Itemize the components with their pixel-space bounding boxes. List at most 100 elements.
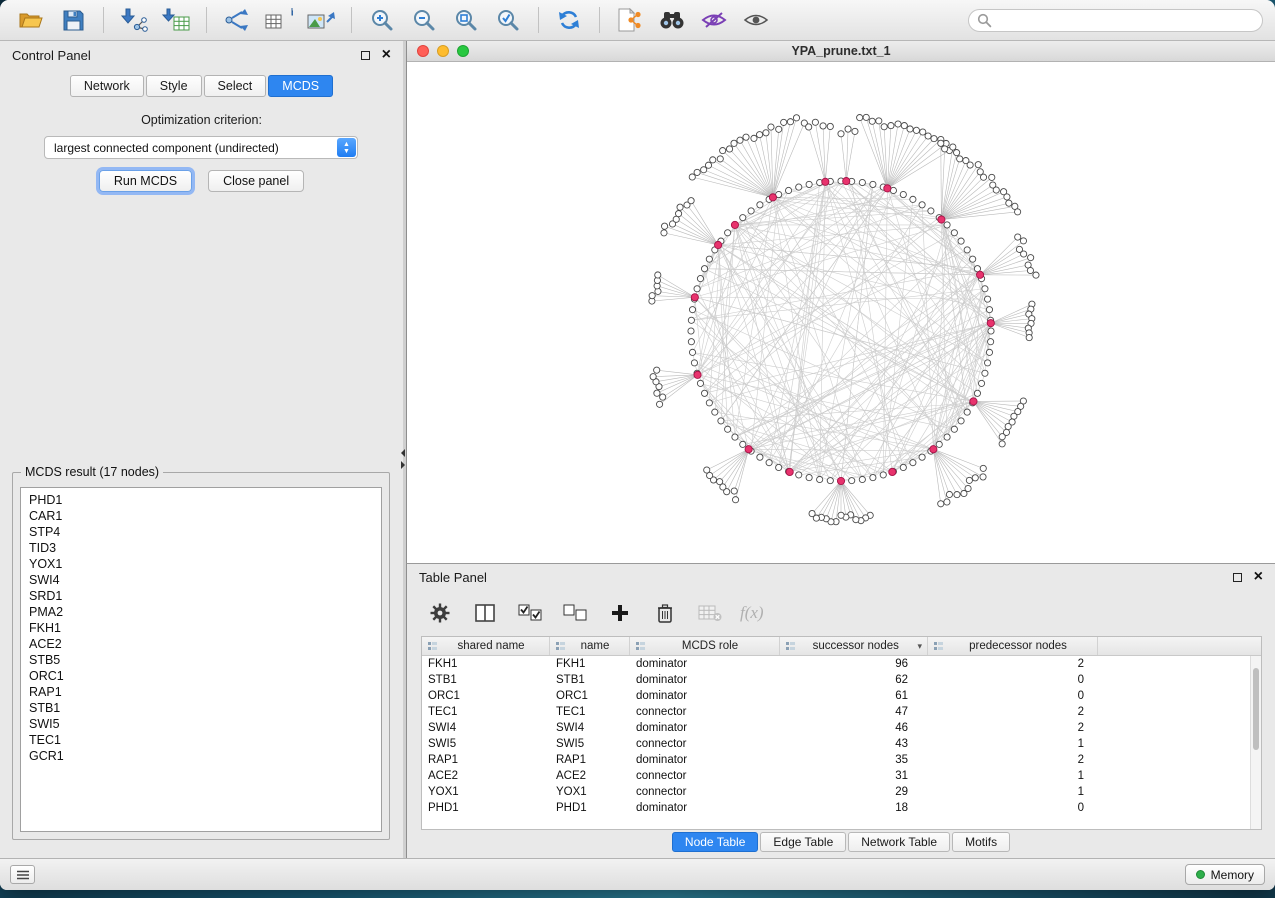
table-cell[interactable]: STB1 [422, 674, 550, 686]
search-input[interactable] [968, 9, 1263, 32]
table-row[interactable]: SWI5SWI5connector431 [422, 736, 1250, 752]
scrollbar-thumb[interactable] [1253, 668, 1259, 750]
table-cell[interactable]: 47 [780, 706, 928, 718]
open-session-button[interactable] [12, 4, 50, 36]
mcds-result-item[interactable]: SWI4 [21, 572, 381, 588]
table-cell[interactable]: dominator [630, 722, 780, 734]
mcds-result-item[interactable]: ORC1 [21, 668, 381, 684]
table-cell[interactable]: 0 [928, 802, 1098, 814]
export-table-button[interactable] [260, 4, 298, 36]
mcds-result-item[interactable]: RAP1 [21, 684, 381, 700]
tab-node-table[interactable]: Node Table [672, 832, 759, 852]
float-table-panel-icon[interactable] [1233, 573, 1242, 582]
table-cell[interactable]: RAP1 [550, 754, 630, 766]
column-header-shared-name[interactable]: shared name [422, 637, 550, 655]
table-cell[interactable]: 1 [928, 786, 1098, 798]
table-cell[interactable]: ORC1 [550, 690, 630, 702]
table-cell[interactable]: SWI4 [422, 722, 550, 734]
table-cell[interactable]: TEC1 [550, 706, 630, 718]
table-cell[interactable]: 29 [780, 786, 928, 798]
zoom-fit-button[interactable] [447, 4, 485, 36]
table-settings-button[interactable] [425, 598, 455, 628]
table-cell[interactable]: TEC1 [422, 706, 550, 718]
table-cell[interactable]: 35 [780, 754, 928, 766]
table-cell[interactable]: ACE2 [422, 770, 550, 782]
table-cell[interactable]: PHD1 [550, 802, 630, 814]
save-session-button[interactable] [54, 4, 92, 36]
table-cell[interactable]: 2 [928, 658, 1098, 670]
deselect-all-button[interactable] [560, 598, 590, 628]
create-column-button[interactable] [605, 598, 635, 628]
close-panel-icon[interactable]: × [382, 47, 391, 63]
table-row[interactable]: YOX1YOX1connector291 [422, 784, 1250, 800]
tab-style[interactable]: Style [146, 75, 202, 97]
table-cell[interactable]: ACE2 [550, 770, 630, 782]
find-button[interactable] [653, 4, 691, 36]
zoom-in-button[interactable] [363, 4, 401, 36]
share-document-button[interactable] [611, 4, 649, 36]
table-cell[interactable]: 0 [928, 674, 1098, 686]
table-cell[interactable]: SWI5 [422, 738, 550, 750]
close-panel-button[interactable]: Close panel [208, 170, 304, 192]
memory-button[interactable]: Memory [1185, 864, 1265, 885]
column-header-name[interactable]: name [550, 637, 630, 655]
table-cell[interactable]: 62 [780, 674, 928, 686]
float-panel-icon[interactable] [361, 51, 370, 60]
mcds-result-item[interactable]: PMA2 [21, 604, 381, 620]
table-cell[interactable]: connector [630, 770, 780, 782]
mcds-result-item[interactable]: YOX1 [21, 556, 381, 572]
table-cell[interactable]: FKH1 [550, 658, 630, 670]
table-row[interactable]: STB1STB1dominator620 [422, 672, 1250, 688]
table-cell[interactable]: 31 [780, 770, 928, 782]
mcds-result-item[interactable]: TID3 [21, 540, 381, 556]
column-header-mcds-role[interactable]: MCDS role [630, 637, 780, 655]
table-cell[interactable]: 1 [928, 738, 1098, 750]
mcds-result-item[interactable]: SWI5 [21, 716, 381, 732]
show-panels-button[interactable] [10, 865, 35, 884]
table-cell[interactable]: 1 [928, 770, 1098, 782]
table-cell[interactable]: connector [630, 706, 780, 718]
table-row[interactable]: PHD1PHD1dominator180 [422, 800, 1250, 816]
splitter-expand-icon[interactable] [401, 461, 405, 469]
table-cell[interactable]: dominator [630, 674, 780, 686]
mcds-result-item[interactable]: STB1 [21, 700, 381, 716]
tab-select[interactable]: Select [204, 75, 267, 97]
minimize-window-icon[interactable] [437, 45, 449, 57]
table-cell[interactable]: RAP1 [422, 754, 550, 766]
table-cell[interactable]: ORC1 [422, 690, 550, 702]
select-all-button[interactable] [515, 598, 545, 628]
tab-network-table[interactable]: Network Table [848, 832, 950, 852]
export-network-button[interactable] [218, 4, 256, 36]
table-cell[interactable]: 0 [928, 690, 1098, 702]
table-row[interactable]: RAP1RAP1dominator352 [422, 752, 1250, 768]
import-table-button[interactable] [157, 4, 195, 36]
network-canvas[interactable] [407, 63, 1275, 563]
close-window-icon[interactable] [417, 45, 429, 57]
table-cell[interactable]: dominator [630, 658, 780, 670]
close-table-panel-icon[interactable]: × [1254, 569, 1263, 585]
mcds-result-item[interactable]: GCR1 [21, 748, 381, 764]
table-row[interactable]: ORC1ORC1dominator610 [422, 688, 1250, 704]
table-cell[interactable]: 46 [780, 722, 928, 734]
column-header-predecessor-nodes[interactable]: predecessor nodes [928, 637, 1098, 655]
hide-details-button[interactable] [695, 4, 733, 36]
table-cell[interactable]: FKH1 [422, 658, 550, 670]
splitter-collapse-icon[interactable] [401, 449, 405, 457]
table-row[interactable]: ACE2ACE2connector311 [422, 768, 1250, 784]
table-cell[interactable]: dominator [630, 690, 780, 702]
export-image-button[interactable] [302, 4, 340, 36]
delete-column-button[interactable] [650, 598, 680, 628]
table-cell[interactable]: SWI4 [550, 722, 630, 734]
table-row[interactable]: FKH1FKH1dominator962 [422, 656, 1250, 672]
mcds-result-item[interactable]: FKH1 [21, 620, 381, 636]
tab-mcds[interactable]: MCDS [268, 75, 333, 97]
tab-edge-table[interactable]: Edge Table [760, 832, 846, 852]
table-cell[interactable]: STB1 [550, 674, 630, 686]
table-cell[interactable]: 18 [780, 802, 928, 814]
table-cell[interactable]: connector [630, 786, 780, 798]
table-cell[interactable]: 2 [928, 706, 1098, 718]
table-cell[interactable]: dominator [630, 754, 780, 766]
zoom-out-button[interactable] [405, 4, 443, 36]
mcds-result-item[interactable]: PHD1 [21, 492, 381, 508]
table-cell[interactable]: connector [630, 738, 780, 750]
